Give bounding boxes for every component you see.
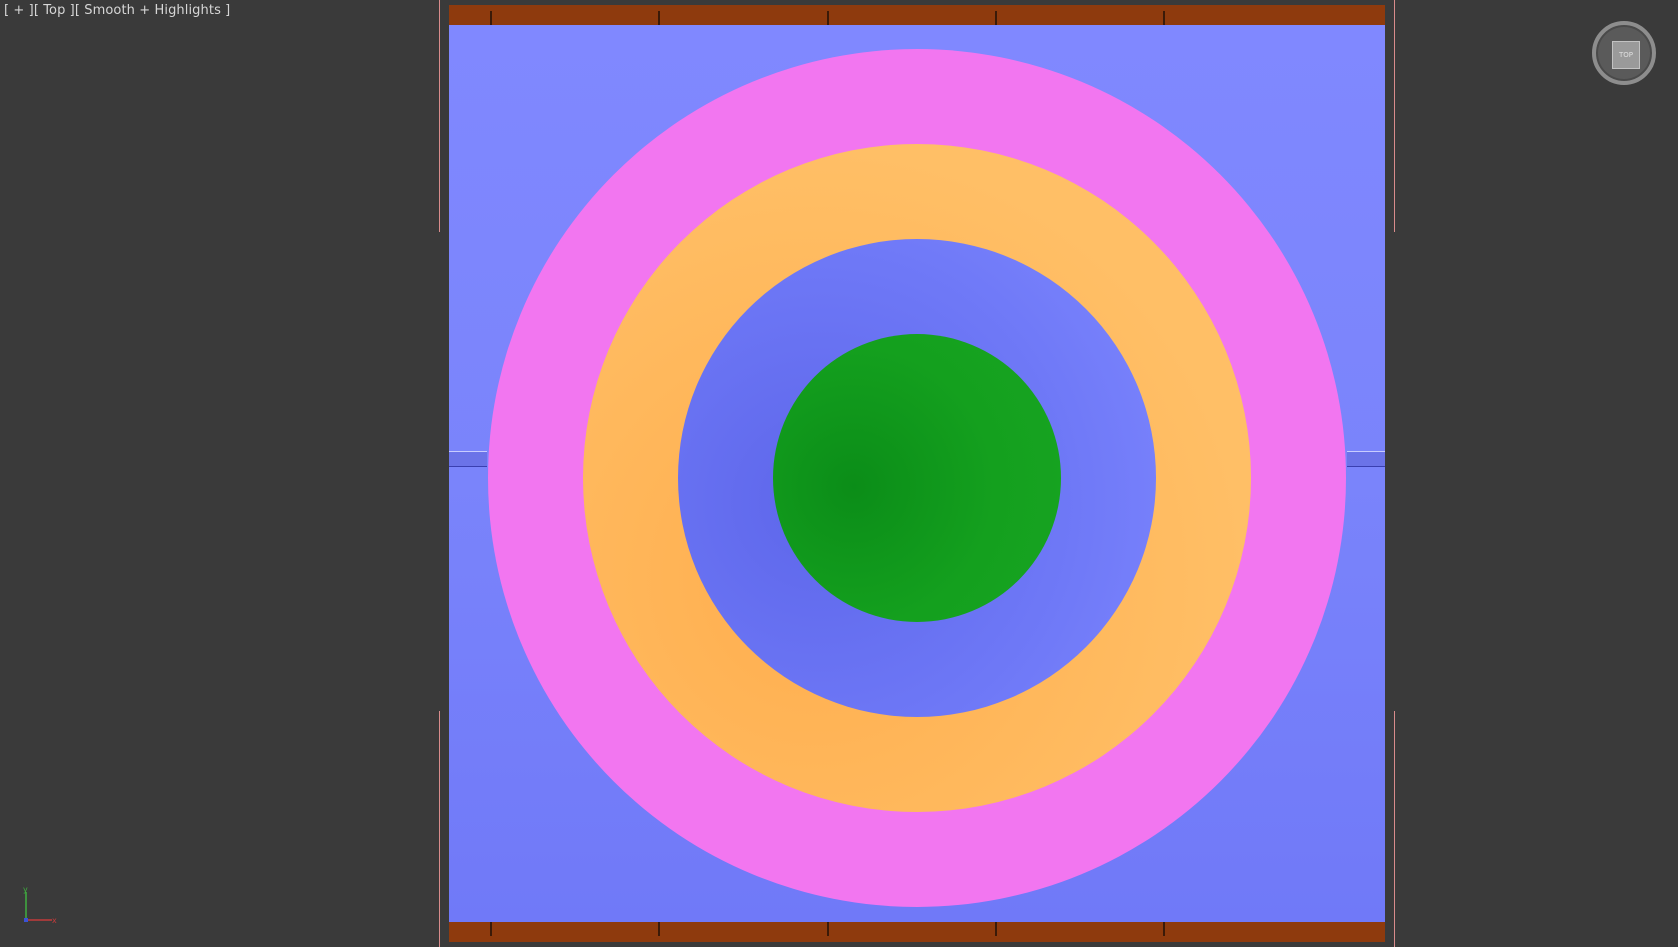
safe-frame-left-top xyxy=(439,0,440,232)
ground-plane[interactable] xyxy=(449,25,1385,922)
viewport-shading-menu[interactable]: [ Smooth + Highlights ] xyxy=(75,3,231,18)
scene-geometry[interactable] xyxy=(449,5,1385,942)
axis-y-label: y xyxy=(23,886,28,894)
right-connector xyxy=(1347,451,1385,467)
safe-frame-right-bottom xyxy=(1394,711,1395,947)
center-disc[interactable] xyxy=(773,334,1061,622)
axis-tripod-icon: y x xyxy=(23,886,57,925)
axis-x-label: x xyxy=(52,916,57,925)
bottom-rail xyxy=(449,922,1385,942)
safe-frame-left-bottom xyxy=(439,711,440,947)
viewport-view-menu[interactable]: [ Top ] xyxy=(34,3,75,18)
viewcube-icon[interactable]: TOP xyxy=(1592,21,1656,85)
viewport-plus-menu[interactable]: [ + ] xyxy=(4,3,34,18)
top-rail xyxy=(449,5,1385,25)
viewcube-top-face[interactable]: TOP xyxy=(1612,41,1640,69)
left-connector xyxy=(449,451,487,467)
viewport-label: [ + ][ Top ][ Smooth + Highlights ] xyxy=(4,3,230,18)
safe-frame-right-top xyxy=(1394,0,1395,232)
